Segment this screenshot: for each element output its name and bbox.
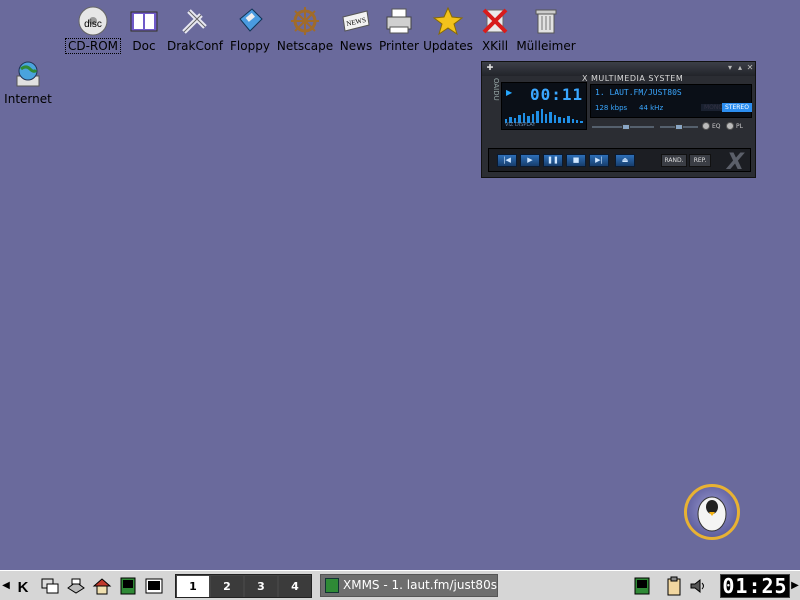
next-button[interactable]: ▶| (589, 154, 609, 167)
kde-menu-icon[interactable]: K (13, 576, 33, 596)
desktop-pager: 1 2 3 4 (175, 574, 312, 598)
printer-icon (386, 8, 412, 34)
elapsed-time[interactable]: 00:11 (530, 85, 583, 104)
kde-mascot-icon[interactable] (684, 484, 740, 540)
desktop-icon-label: Floppy (230, 39, 270, 53)
tray-terminal-icon[interactable] (632, 576, 652, 596)
ship-wheel-icon (291, 7, 319, 35)
pl-toggle[interactable]: PL (726, 122, 743, 130)
pl-label: PL (736, 122, 743, 130)
song-title[interactable]: 1. LAUT.FM/JUST80S (595, 88, 682, 97)
xmms-controls: |◀ ▶ ❚❚ ■ ▶| ⏏ RAND. REP. X (488, 148, 751, 175)
taskbar-hide-right-icon[interactable]: ▶ (791, 577, 799, 595)
terminal-icon[interactable] (118, 576, 138, 596)
pager-desktop-1[interactable]: 1 (177, 576, 209, 597)
xmms-time-display[interactable]: ▶ 00:11 VIZ DISPLAY (501, 82, 587, 130)
balance-slider[interactable] (660, 124, 698, 130)
book-icon (130, 11, 158, 32)
eq-toggle-icon (702, 122, 710, 130)
tools-icon (182, 9, 207, 34)
play-indicator-icon: ▶ (506, 88, 513, 97)
xmms-sliders: EQ PL (590, 122, 752, 132)
xmms-task-icon (325, 578, 339, 593)
spectrum-bar (567, 116, 570, 123)
spectrum-bar (540, 109, 543, 123)
samplerate: 44 kHz (639, 104, 664, 112)
pager-desktop-3[interactable]: 3 (245, 576, 277, 597)
eq-toggle[interactable]: EQ (702, 122, 721, 130)
shade-icon[interactable]: ▴ (736, 64, 744, 72)
penguin-egg-icon (697, 496, 727, 532)
minimize-icon[interactable]: ▾ (726, 64, 734, 72)
spectrum-bar (580, 121, 583, 123)
taskbar-task-xmms[interactable]: XMMS - 1. laut.fm/just80s (320, 574, 498, 597)
desktop-icon-trash[interactable]: Mülleimer (514, 5, 578, 53)
taskbar: ◀ K 1 2 3 4 XMMS - 1. laut.fm/just80s 01… (0, 570, 800, 600)
spectrum-bar (553, 115, 557, 123)
task-title: XMMS - 1. laut.fm/just80s (343, 578, 497, 592)
desktop-icon-label: DrakConf (166, 39, 224, 53)
volume-slider[interactable] (592, 124, 654, 130)
home-icon[interactable] (92, 576, 112, 596)
shuffle-button[interactable]: RAND. (661, 154, 687, 167)
spectrum-bar (562, 118, 566, 123)
desktop-icon-label: Doc (132, 39, 156, 53)
spectrum-bar (576, 120, 579, 123)
taskbar-clock[interactable]: 01:25 (720, 574, 790, 598)
window-list-icon[interactable] (40, 576, 60, 596)
xmms-title: X MULTIMEDIA SYSTEM (582, 74, 684, 83)
eq-label: EQ (712, 122, 721, 130)
console-icon[interactable] (144, 576, 164, 596)
svg-text:K: K (18, 579, 29, 596)
desktop-icon-internet[interactable]: Internet (0, 58, 60, 106)
stop-button[interactable]: ■ (566, 154, 586, 167)
desktop-icon-label: Internet (4, 92, 52, 106)
desktop-access-icon[interactable] (66, 576, 86, 596)
repeat-button[interactable]: REP. (689, 154, 711, 167)
spectrum-bar (549, 112, 552, 123)
stereo-indicator: STEREO (722, 103, 752, 112)
eject-button[interactable]: ⏏ (615, 154, 635, 167)
spectrum-bar (536, 111, 539, 123)
cdrom-disc-icon: disc (78, 6, 108, 36)
taskbar-hide-left-icon[interactable]: ◀ (2, 577, 10, 595)
pause-button[interactable]: ❚❚ (543, 154, 563, 167)
star-update-icon (432, 6, 464, 36)
volume-knob[interactable] (622, 124, 630, 130)
spectrum-visualizer[interactable] (505, 103, 583, 123)
volume-speaker-icon[interactable] (688, 576, 708, 596)
desktop-icon-label: Printer (379, 39, 419, 53)
xmms-song-info: 1. LAUT.FM/JUST80S 128 kbps 44 kHz MONO … (590, 84, 752, 118)
trash-icon (535, 9, 557, 34)
svg-text:disc: disc (84, 19, 102, 30)
floppy-disk-icon (239, 8, 263, 32)
internet-globe-icon (16, 61, 40, 87)
play-button[interactable]: ▶ (520, 154, 540, 167)
previous-button[interactable]: |◀ (497, 154, 517, 167)
close-icon[interactable]: ✕ (746, 64, 754, 72)
xmms-player-window[interactable]: ✚ ▾ ▴ ✕ X MULTIMEDIA SYSTEM OAIDU ▶ 00:1… (481, 61, 756, 178)
klipper-clipboard-icon[interactable] (664, 576, 684, 596)
desktop-icon-label: XKill (481, 39, 509, 53)
spectrum-bar (544, 114, 548, 123)
desktop-icon-label: Mülleimer (516, 39, 576, 53)
menu-icon[interactable]: ✚ (486, 64, 494, 72)
bitrate: 128 kbps (595, 104, 628, 112)
pager-desktop-4[interactable]: 4 (279, 576, 311, 597)
viz-label: VIZ DISPLAY (505, 122, 536, 128)
pager-desktop-2[interactable]: 2 (211, 576, 243, 597)
pl-toggle-icon (726, 122, 734, 130)
spectrum-bar (558, 117, 561, 123)
balance-knob[interactable] (675, 124, 683, 130)
xmms-sidebar-options[interactable]: OAIDU (486, 78, 500, 138)
spectrum-bar (571, 119, 574, 123)
xkill-icon (482, 8, 508, 34)
xmms-logo: X (727, 150, 744, 175)
